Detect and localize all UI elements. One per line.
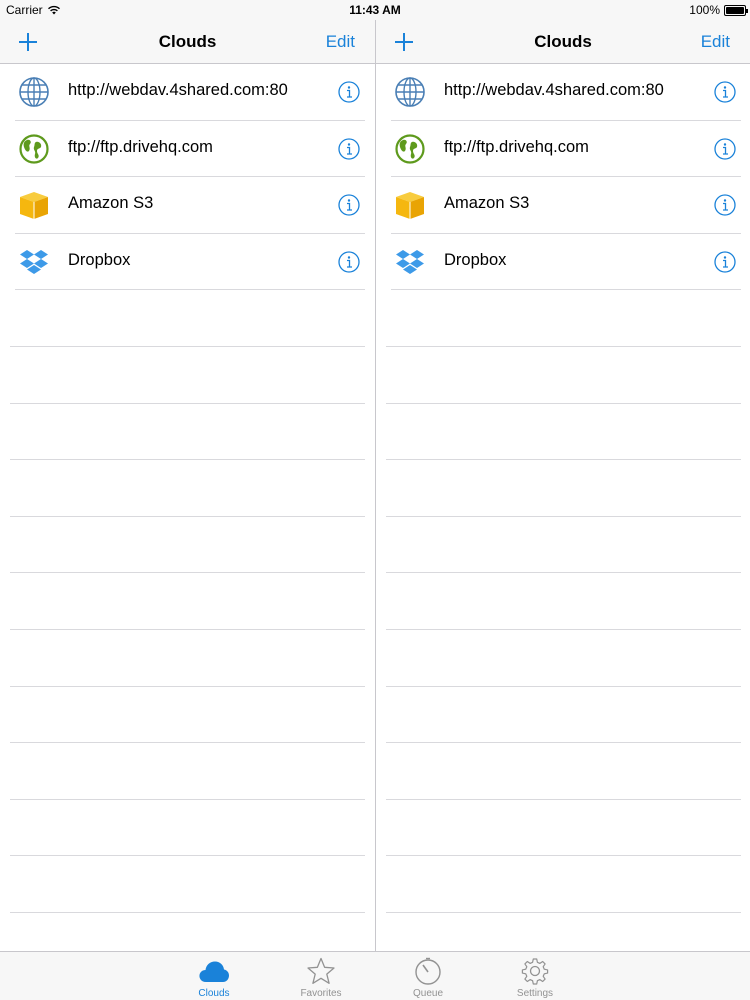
item-label: ftp://ftp.drivehq.com xyxy=(68,137,213,156)
empty-row xyxy=(376,347,750,404)
empty-row xyxy=(0,347,375,404)
item-label: Amazon S3 xyxy=(444,194,530,213)
item-label: Dropbox xyxy=(444,250,507,269)
empty-row xyxy=(0,460,375,517)
empty-row xyxy=(0,856,375,913)
info-icon[interactable] xyxy=(714,137,736,160)
battery-area: 100% xyxy=(689,3,748,17)
split-view: Clouds Edit http://webdav.4shared.com:80 xyxy=(0,20,750,970)
empty-row xyxy=(376,743,750,800)
item-label: ftp://ftp.drivehq.com xyxy=(444,137,589,156)
list-item[interactable]: http://webdav.4shared.com:80 xyxy=(0,64,375,121)
dropbox-icon xyxy=(20,249,48,274)
empty-row xyxy=(376,517,750,574)
empty-row xyxy=(376,290,750,347)
cloud-list: http://webdav.4shared.com:80 ftp://ftp.d… xyxy=(0,64,375,970)
navigation-bar: Clouds Edit xyxy=(376,20,750,64)
cloud-list: http://webdav.4shared.com:80 ftp://ftp.d… xyxy=(376,64,750,970)
list-item[interactable]: Dropbox xyxy=(376,234,750,291)
tab-bar: Clouds Favorites Queue Settings xyxy=(0,951,750,1000)
battery-icon xyxy=(724,4,748,16)
empty-row xyxy=(0,687,375,744)
cloud-icon xyxy=(199,961,229,982)
globe-icon xyxy=(19,77,49,107)
tab-favorites[interactable]: Favorites xyxy=(291,952,351,1000)
edit-button[interactable]: Edit xyxy=(326,32,355,52)
item-label: Amazon S3 xyxy=(68,194,154,213)
empty-row xyxy=(0,573,375,630)
empty-row xyxy=(376,630,750,687)
tab-label: Clouds xyxy=(198,988,230,999)
star-icon xyxy=(307,957,335,984)
list-item[interactable]: Dropbox xyxy=(0,234,375,291)
info-icon[interactable] xyxy=(714,251,736,273)
battery-percent: 100% xyxy=(689,3,720,17)
tab-queue[interactable]: Queue xyxy=(398,952,458,1000)
info-icon[interactable] xyxy=(714,81,736,103)
list-item[interactable]: Amazon S3 xyxy=(376,177,750,234)
item-label: http://webdav.4shared.com:80 xyxy=(444,81,664,99)
info-icon[interactable] xyxy=(714,194,736,216)
info-icon[interactable] xyxy=(338,137,360,160)
earth-icon xyxy=(395,133,425,164)
box-icon xyxy=(396,192,424,220)
nav-title: Clouds xyxy=(534,32,592,51)
timer-icon xyxy=(415,957,441,985)
empty-row xyxy=(376,460,750,517)
empty-row xyxy=(0,800,375,857)
empty-row xyxy=(0,517,375,574)
list-item[interactable]: ftp://ftp.drivehq.com xyxy=(0,121,375,178)
list-item[interactable]: ftp://ftp.drivehq.com xyxy=(376,121,750,178)
tab-label: Queue xyxy=(412,988,444,999)
item-label: Dropbox xyxy=(68,250,131,269)
dropbox-icon xyxy=(396,249,424,274)
globe-icon xyxy=(395,77,425,107)
box-icon xyxy=(20,192,48,220)
status-time: 11:43 AM xyxy=(349,3,401,17)
empty-row xyxy=(376,800,750,857)
tab-settings[interactable]: Settings xyxy=(505,952,565,1000)
earth-icon xyxy=(19,133,49,164)
right-pane: Clouds Edit http://webdav.4shared.com:80 xyxy=(375,20,750,970)
empty-row xyxy=(376,687,750,744)
empty-row xyxy=(376,573,750,630)
empty-row xyxy=(0,630,375,687)
list-item[interactable]: http://webdav.4shared.com:80 xyxy=(376,64,750,121)
info-icon[interactable] xyxy=(338,81,360,103)
nav-title: Clouds xyxy=(158,32,217,51)
tab-label: Settings xyxy=(516,988,554,999)
empty-row xyxy=(376,856,750,913)
navigation-bar: Clouds Edit xyxy=(0,20,375,64)
status-bar: Carrier 11:43 AM 100% xyxy=(0,0,750,20)
info-icon[interactable] xyxy=(338,251,360,273)
list-item[interactable]: Amazon S3 xyxy=(0,177,375,234)
edit-button[interactable]: Edit xyxy=(701,32,730,52)
item-label: http://webdav.4shared.com:80 xyxy=(68,81,288,99)
gear-icon xyxy=(521,958,549,985)
empty-row xyxy=(0,404,375,461)
info-icon[interactable] xyxy=(338,194,360,216)
left-pane: Clouds Edit http://webdav.4shared.com:80 xyxy=(0,20,375,970)
tab-clouds[interactable]: Clouds xyxy=(184,952,244,1000)
empty-row xyxy=(0,290,375,347)
tab-label: Favorites xyxy=(300,988,342,999)
empty-row xyxy=(0,743,375,800)
empty-row xyxy=(376,404,750,461)
